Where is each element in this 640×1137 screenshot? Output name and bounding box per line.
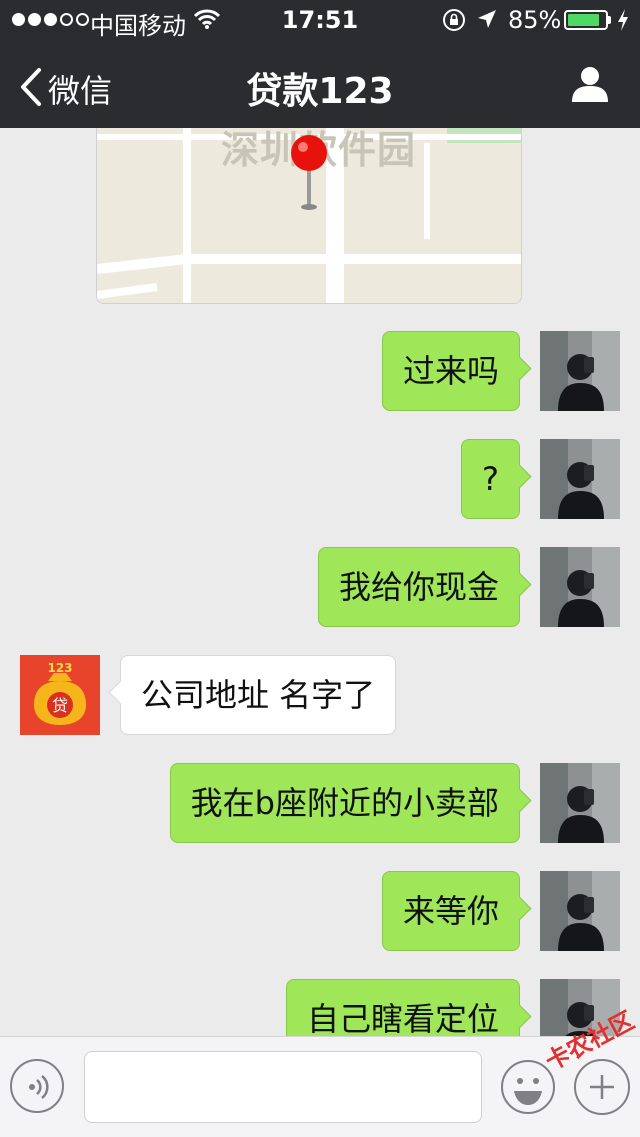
battery-nub bbox=[608, 16, 611, 24]
message-bubble[interactable]: 我给你现金 bbox=[317, 547, 532, 627]
incoming-message: 贷 123 公司地址 名字了 bbox=[0, 655, 640, 735]
my-avatar[interactable] bbox=[540, 763, 620, 843]
message-text: 我在b座附近的小卖部 bbox=[190, 784, 499, 822]
chat-area[interactable]: 深圳软件园 过来吗? 我给你现金贷 123 公司地址 名字了我在b座附近的小卖部来等你… bbox=[0, 128, 640, 1036]
my-avatar[interactable] bbox=[540, 547, 620, 627]
outgoing-message: 自己瞎看定位 bbox=[0, 979, 640, 1036]
message-text: 来等你 bbox=[402, 892, 499, 930]
svg-text:贷: 贷 bbox=[52, 696, 68, 715]
bubble-tail bbox=[507, 1004, 532, 1029]
message-text: ? bbox=[482, 460, 499, 498]
message-bubble[interactable]: ? bbox=[461, 439, 532, 519]
my-avatar[interactable] bbox=[540, 331, 620, 411]
chat-title: 贷款123 bbox=[246, 71, 394, 112]
navigation-bar: 微信 贷款123 bbox=[0, 40, 640, 128]
location-map-message[interactable]: 深圳软件园 bbox=[96, 128, 522, 304]
bubble-tail bbox=[507, 788, 532, 813]
battery-level-fill bbox=[568, 14, 599, 26]
status-bar: 中国移动 17:51 85% bbox=[0, 0, 640, 40]
message-input[interactable] bbox=[84, 1051, 482, 1123]
message-text: 过来吗 bbox=[402, 352, 499, 390]
message-bubble[interactable]: 过来吗 bbox=[381, 331, 532, 411]
map-pin-icon bbox=[289, 133, 329, 217]
message-bubble[interactable]: 来等你 bbox=[381, 871, 532, 951]
charging-bolt-icon bbox=[616, 8, 630, 38]
svg-text:123: 123 bbox=[47, 661, 72, 675]
bubble-tail bbox=[507, 896, 532, 921]
bubble-tail bbox=[507, 356, 532, 381]
message-text: 自己瞎看定位 bbox=[306, 1000, 499, 1036]
bubble-tail bbox=[507, 464, 532, 489]
more-button[interactable] bbox=[574, 1059, 630, 1115]
battery-icon bbox=[564, 10, 608, 30]
voice-icon bbox=[24, 1073, 52, 1105]
rotation-lock-icon bbox=[442, 8, 466, 38]
plus-icon bbox=[588, 1073, 616, 1105]
outgoing-message: 过来吗 bbox=[0, 331, 640, 411]
outgoing-message: 来等你 bbox=[0, 871, 640, 951]
bubble-tail bbox=[507, 572, 532, 597]
outgoing-message: ? bbox=[0, 439, 640, 519]
message-bubble[interactable]: 公司地址 名字了 bbox=[108, 655, 397, 735]
emoji-icon bbox=[500, 1060, 556, 1119]
outgoing-message: 我在b座附近的小卖部 bbox=[0, 763, 640, 843]
bubble-tail bbox=[108, 680, 133, 705]
my-avatar[interactable] bbox=[540, 439, 620, 519]
voice-button[interactable] bbox=[10, 1059, 64, 1113]
message-bubble[interactable]: 我在b座附近的小卖部 bbox=[169, 763, 532, 843]
message-bubble[interactable]: 自己瞎看定位 bbox=[285, 979, 532, 1036]
emoji-button[interactable] bbox=[500, 1059, 556, 1115]
contact-avatar[interactable]: 贷 123 bbox=[20, 655, 100, 735]
person-icon bbox=[570, 67, 610, 108]
my-avatar[interactable] bbox=[540, 871, 620, 951]
location-arrow-icon bbox=[476, 8, 498, 36]
outgoing-message: 我给你现金 bbox=[0, 547, 640, 627]
message-text: 公司地址 名字了 bbox=[141, 676, 376, 714]
battery-percent: 85% bbox=[508, 6, 562, 34]
top-bar: 中国移动 17:51 85% 微信 贷款123 bbox=[0, 0, 640, 128]
message-text: 我给你现金 bbox=[338, 568, 499, 606]
chat-info-button[interactable] bbox=[570, 64, 610, 108]
